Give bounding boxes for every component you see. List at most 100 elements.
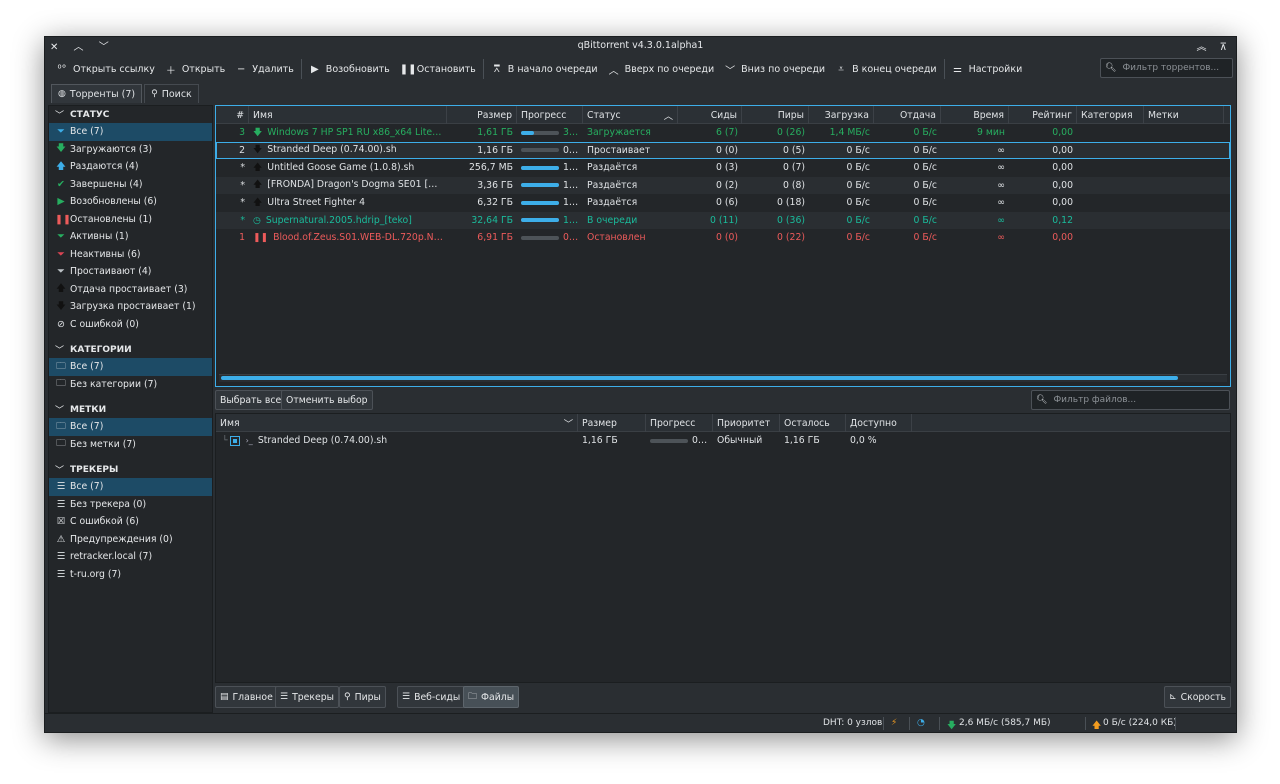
- status-filter-item[interactable]: ⊘ С ошибкой (0): [49, 316, 212, 334]
- trackers-section-header[interactable]: ﹀ ТРЕКЕРЫ: [49, 461, 212, 478]
- delete-button[interactable]: − Удалить: [230, 58, 299, 80]
- minus-icon: −: [237, 63, 246, 75]
- tracker-filter-item[interactable]: ☰ t-ru.org (7): [49, 566, 212, 584]
- table-row[interactable]: * ◷ Supernatural.2005.hdrip_[teko] 32,64 ГБ…: [216, 211, 1230, 229]
- torrent-name: Blood.of.Zeus.S01.WEB-DL.720p.NewStation: [273, 232, 447, 244]
- category-filter-item[interactable]: 🗀︎ Все (7): [49, 358, 212, 376]
- table-row[interactable]: 2 🡇︎ Stranded Deep (0.74.00).sh 1,16 ГБ 0,0%…: [216, 141, 1230, 159]
- file-column-header[interactable]: Прогресс: [646, 414, 713, 432]
- tab-search[interactable]: ⚲ Поиск: [144, 84, 199, 103]
- status-filter-item-label: Раздаются (4): [70, 161, 139, 173]
- tags-section-header[interactable]: ﹀ МЕТКИ: [49, 401, 212, 418]
- table-row[interactable]: 3 🡇︎ Windows 7 HP SP1 RU x86_x64 Lite v.6.…: [216, 124, 1230, 142]
- tab-trackers[interactable]: ☰ Трекеры: [275, 686, 339, 708]
- resume-button[interactable]: ▶ Возобновить: [304, 58, 395, 80]
- status-filter-item[interactable]: ⏷ Все (7): [49, 123, 212, 141]
- chart-icon: ⊾: [1169, 692, 1177, 702]
- file-column-header[interactable]: Осталось: [780, 414, 846, 432]
- column-header[interactable]: Сиды: [678, 106, 742, 124]
- file-column-header[interactable]: Имя ﹀: [216, 414, 578, 432]
- status-filter-item[interactable]: 🡅︎ Отдача простаивает (3): [49, 281, 212, 299]
- tab-peers[interactable]: ⚲ Пиры: [339, 686, 386, 708]
- file-column-header[interactable]: Приоритет: [713, 414, 780, 432]
- status-filter-item[interactable]: ⏷ Неактивны (6): [49, 246, 212, 264]
- status-section-header[interactable]: ﹀ СТАТУС: [49, 106, 212, 123]
- trackers-list: ☰ Все (7) ☰ Без трекера (0) ☒ С ошибкой (6) ⚠ П…: [49, 478, 212, 583]
- select-all-button[interactable]: Выбрать все: [215, 390, 287, 410]
- tracker-filter-item[interactable]: ⚠ Предупреждения (0): [49, 531, 212, 549]
- table-row[interactable]: * 🡅︎ Untitled Goose Game (1.0.8).sh 256,7 М…: [216, 159, 1230, 177]
- tracker-filter-item[interactable]: ☒ С ошибкой (6): [49, 513, 212, 531]
- tab-files[interactable]: 🗀︎ Файлы: [463, 686, 520, 708]
- settings-button[interactable]: ⚌ Настройки: [947, 58, 1028, 80]
- column-header[interactable]: Время: [941, 106, 1009, 124]
- column-header[interactable]: #: [216, 106, 249, 124]
- cell-progress: 100%: [517, 180, 583, 191]
- file-row[interactable]: └ ›_ Stranded Deep (0.74.00).sh 1,16 ГБ 0,0%…: [216, 432, 1230, 450]
- tab-general[interactable]: ▤ Главное: [215, 686, 278, 708]
- speed-button[interactable]: ⊾ Скорость: [1164, 686, 1231, 708]
- file-filter-input[interactable]: 🔍︎ Фильтр файлов...: [1031, 390, 1230, 410]
- queue-down-button[interactable]: ﹀ Вниз по очереди: [719, 58, 830, 80]
- tracker-filter-item[interactable]: ☰ retracker.local (7): [49, 548, 212, 566]
- cell-progress: 100%: [517, 215, 583, 226]
- progress-bar: [650, 438, 688, 443]
- filter-icon: ⏷: [57, 231, 65, 243]
- tab-torrents[interactable]: ◍ Торренты (7): [51, 84, 143, 103]
- column-header[interactable]: Рейтинг: [1009, 106, 1077, 124]
- column-header[interactable]: Загрузка: [809, 106, 874, 124]
- column-header[interactable]: Размер: [447, 106, 517, 124]
- column-header[interactable]: Статус ︿: [583, 106, 678, 124]
- tab-webseeds[interactable]: ☰ Веб-сиды: [397, 686, 466, 708]
- stop-button[interactable]: ❚❚ Остановить: [395, 58, 481, 80]
- status-filter-item[interactable]: ❚❚ Остановлены (1): [49, 211, 212, 229]
- cell-name: ◷ Supernatural.2005.hdrip_[teko]: [249, 215, 447, 226]
- column-header[interactable]: Отдача: [874, 106, 941, 124]
- open-link-button[interactable]: ⁰° Открыть ссылку: [51, 58, 160, 80]
- table-row[interactable]: * 🡅︎ [FRONDA] Dragon's Dogma SE01 [ONA] [1…: [216, 176, 1230, 194]
- status-filter-item[interactable]: 🡇︎ Загружаются (3): [49, 141, 212, 159]
- download-speed[interactable]: 2,6 МБ/с (585,7 МБ): [959, 718, 1051, 728]
- status-filter-item[interactable]: ⏷ Простаивают (4): [49, 263, 212, 281]
- column-header[interactable]: Пиры: [742, 106, 809, 124]
- pause-icon: ❚❚: [399, 63, 417, 75]
- column-header[interactable]: Метки: [1144, 106, 1224, 124]
- torrent-filter-input[interactable]: 🔍︎ Фильтр торрентов...: [1100, 58, 1233, 78]
- status-filter-item[interactable]: 🡅︎ Раздаются (4): [49, 158, 212, 176]
- table-row[interactable]: * 🡅︎ Ultra Street Fighter 4 6,32 ГБ 100% Разд…: [216, 194, 1230, 212]
- open-button[interactable]: ＋ Открыть: [160, 58, 230, 80]
- queue-top-button[interactable]: ⩞ В начало очереди: [486, 58, 603, 80]
- status-filter-item[interactable]: ⏷ Активны (1): [49, 228, 212, 246]
- cell-file-priority: Обычный: [717, 435, 763, 447]
- table-row[interactable]: 1 ❚❚ Blood.of.Zeus.S01.WEB-DL.720p.NewStat…: [216, 229, 1230, 247]
- category-filter-item[interactable]: 🗀︎ Без категории (7): [49, 376, 212, 394]
- file-checkbox[interactable]: [229, 435, 240, 446]
- progress-text: 0,0%: [563, 232, 583, 244]
- tracker-filter-item[interactable]: ☰ Без трекера (0): [49, 496, 212, 514]
- queue-up-button[interactable]: ︿ Вверх по очереди: [603, 58, 720, 80]
- horizontal-scrollbar[interactable]: [221, 376, 1178, 380]
- upload-speed[interactable]: 0 Б/с (224,0 КБ): [1103, 718, 1177, 728]
- file-column-header-label: Доступно: [850, 417, 897, 429]
- status-filter-item[interactable]: ▶ Возобновлены (6): [49, 193, 212, 211]
- filter-icon: ⏷: [57, 126, 65, 138]
- categories-section-header[interactable]: ﹀ КАТЕГОРИИ: [49, 341, 212, 358]
- chevron-down-icon: ﹀: [563, 419, 573, 430]
- tag-filter-item[interactable]: 🗀︎ Без метки (7): [49, 436, 212, 454]
- column-header-label: Статус: [587, 109, 621, 121]
- tag-filter-item[interactable]: 🗀︎ Все (7): [49, 418, 212, 436]
- connection-icon[interactable]: ⚡︎: [891, 718, 897, 728]
- file-column-header[interactable]: Размер: [578, 414, 646, 432]
- tracker-filter-item[interactable]: ☰ Все (7): [49, 478, 212, 496]
- column-header[interactable]: Прогресс: [517, 106, 583, 124]
- cell-file-name: └ ›_ Stranded Deep (0.74.00).sh: [216, 435, 578, 446]
- column-header[interactable]: Имя: [249, 106, 447, 124]
- alt-speed-icon[interactable]: ◔: [917, 718, 925, 728]
- file-column-header[interactable]: Доступно: [846, 414, 912, 432]
- window-controls-right[interactable]: ︽ ⊼: [1197, 38, 1233, 53]
- deselect-button[interactable]: Отменить выбор: [281, 390, 373, 410]
- status-filter-item[interactable]: 🡇︎ Загрузка простаивает (1): [49, 298, 212, 316]
- status-filter-item[interactable]: ✔ Завершены (4): [49, 176, 212, 194]
- column-header[interactable]: Категория: [1077, 106, 1144, 124]
- queue-bottom-button[interactable]: ⩡ В конец очереди: [830, 58, 942, 80]
